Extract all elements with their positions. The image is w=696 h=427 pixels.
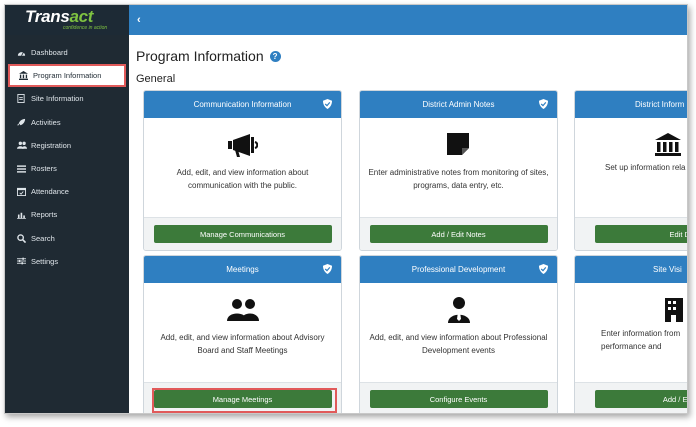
rocket-icon <box>17 118 29 127</box>
card-description: Enter administrative notes from monitori… <box>368 168 549 190</box>
manage-communications-button[interactable]: Manage Communications <box>153 225 332 243</box>
shield-check-icon <box>539 264 548 276</box>
logo-tagline: confidence in action <box>63 25 108 31</box>
bank-icon <box>19 71 31 81</box>
user-tie-icon <box>447 297 470 323</box>
users-icon <box>17 141 29 150</box>
document-icon <box>17 94 29 104</box>
sidebar-nav: Dashboard Program Information Site Infor… <box>5 41 129 273</box>
search-icon <box>17 233 29 243</box>
card-description: Add, edit, and view information about Ad… <box>160 333 325 355</box>
calendar-icon <box>17 187 29 197</box>
card-description: Set up information rela <box>605 163 686 172</box>
bank-icon <box>655 132 681 158</box>
main-content: Program Information ? General Communicat… <box>129 35 687 413</box>
sidebar-item-rosters[interactable]: Rosters <box>5 157 129 180</box>
edit-district-button[interactable]: Edit Dist <box>595 225 687 243</box>
sidebar-item-search[interactable]: Search <box>5 227 129 250</box>
card-title: Professional Development <box>411 265 506 274</box>
card-district-admin-notes: District Admin Notes Enter administrativ… <box>359 90 558 251</box>
list-icon <box>17 164 29 173</box>
card-communication-information: Communication Information Add, edit, and… <box>143 90 342 251</box>
card-description: Add, edit, and view information about co… <box>176 168 309 190</box>
configure-events-button[interactable]: Configure Events <box>369 390 548 408</box>
sidebar-item-dashboard[interactable]: Dashboard <box>5 41 129 64</box>
card-professional-development: Professional Development Add, edit, and … <box>359 255 558 413</box>
card-title: District Inform <box>635 100 685 109</box>
dashboard-icon <box>17 49 29 57</box>
sidebar: Transact confidence in action Dashboard … <box>5 5 129 413</box>
card-title: Site Visi <box>653 265 682 274</box>
add-edit-notes-button[interactable]: Add / Edit Notes <box>369 225 548 243</box>
sliders-icon <box>17 257 29 265</box>
shield-check-icon <box>323 264 332 276</box>
app-window: Transact confidence in action Dashboard … <box>4 4 688 414</box>
sidebar-item-site-information[interactable]: Site Information <box>5 87 129 110</box>
card-description: Enter information from performance and <box>601 329 681 351</box>
page-title: Program Information ? <box>136 48 281 64</box>
highlight-box <box>152 388 337 413</box>
card-title: Meetings <box>226 265 259 274</box>
users-icon <box>226 297 259 323</box>
shield-check-icon <box>539 99 548 111</box>
sticky-note-icon <box>446 132 471 158</box>
sidebar-item-settings[interactable]: Settings <box>5 250 129 273</box>
megaphone-icon <box>227 132 258 158</box>
logo[interactable]: Transact confidence in action <box>5 5 129 35</box>
sidebar-collapse-button[interactable]: ‹ <box>137 14 141 26</box>
card-title: District Admin Notes <box>422 100 495 109</box>
sidebar-item-registration[interactable]: Registration <box>5 134 129 157</box>
help-icon[interactable]: ? <box>269 50 281 62</box>
topbar: ‹ <box>129 5 687 35</box>
sidebar-item-attendance[interactable]: Attendance <box>5 180 129 203</box>
card-meetings: Meetings Add, edit, and view information… <box>143 255 342 413</box>
sidebar-item-reports[interactable]: Reports <box>5 203 129 226</box>
card-description: Add, edit, and view information about Pr… <box>369 333 548 355</box>
bar-chart-icon <box>17 211 29 219</box>
add-edit-site-visits-button[interactable]: Add / Edit Si <box>595 390 687 408</box>
shield-check-icon <box>323 99 332 111</box>
section-heading: General <box>136 73 176 85</box>
sidebar-item-program-information[interactable]: Program Information <box>8 64 126 88</box>
building-icon <box>665 297 683 323</box>
sidebar-item-activities[interactable]: Activities <box>5 111 129 134</box>
card-title: Communication Information <box>193 100 292 109</box>
